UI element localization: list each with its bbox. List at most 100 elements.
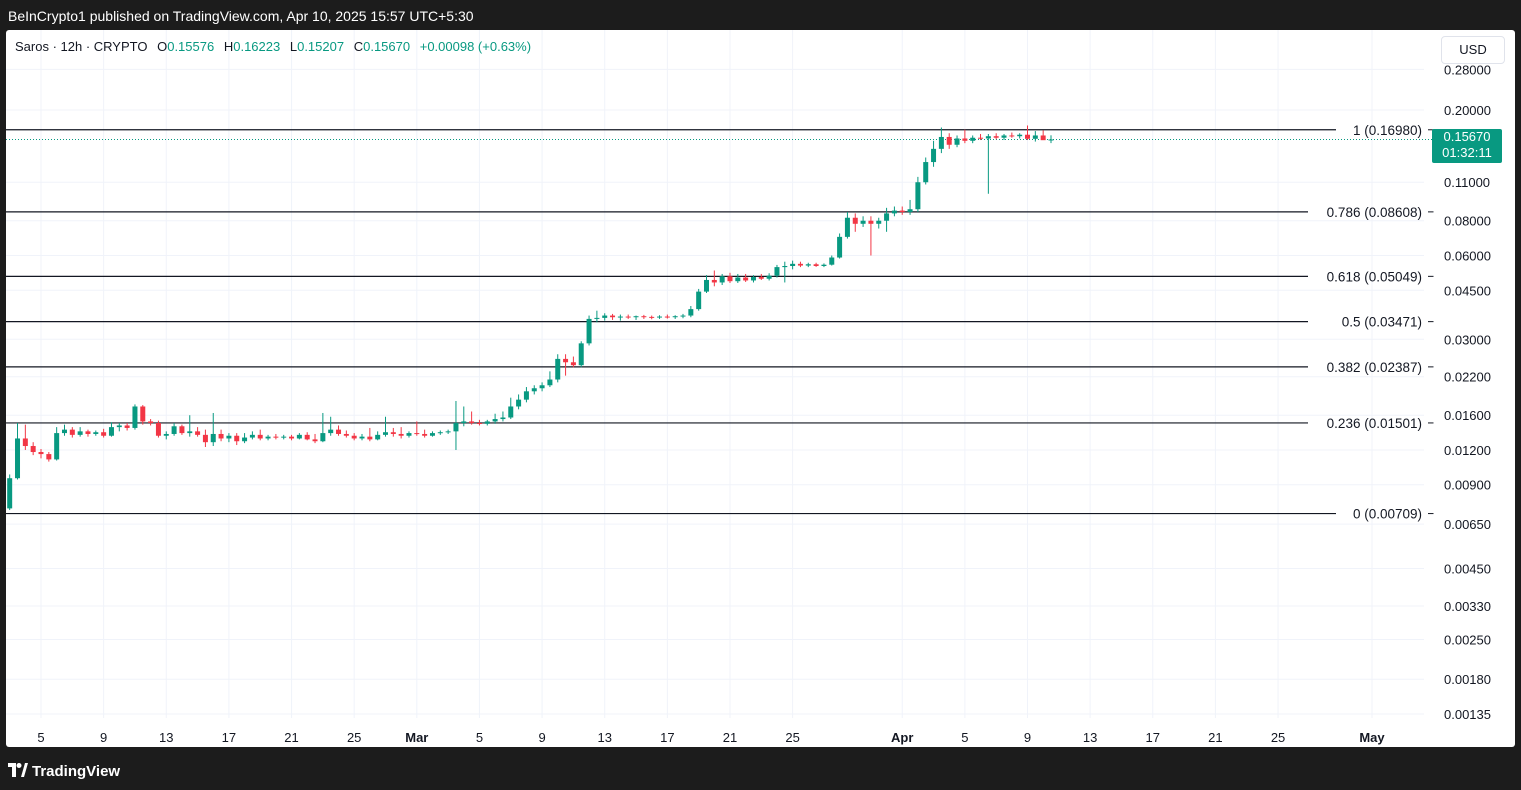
candle-body [179,426,185,434]
candle-body [704,279,709,292]
y-tick-label: 0.00135 [1444,707,1491,722]
candle-body [328,429,334,434]
candle-body [469,421,475,424]
high-value: 0.16223 [233,39,281,54]
low-label: L [289,39,298,54]
candle-body [657,316,663,318]
candle-body [876,220,882,224]
x-tick-label: 13 [1083,730,1097,745]
candle-body [1017,134,1023,137]
candle-body [46,454,52,460]
x-tick-label: 21 [284,730,298,745]
candle-body [7,478,13,509]
y-tick-label: 0.01600 [1444,408,1491,423]
candle-body [101,432,107,436]
x-tick-label: 21 [723,730,737,745]
candle-body [790,263,796,267]
x-tick-label: 25 [785,730,799,745]
x-tick-label: 25 [1271,730,1285,745]
fib-level-label: 1 (0.16980) [1353,123,1422,138]
open-label: O [157,39,168,54]
candle-body [962,138,968,141]
candle-body [93,432,99,434]
candle-body [821,264,827,267]
candle-body [602,315,608,318]
candle-body [15,438,21,479]
x-tick-label: 13 [597,730,611,745]
footer-bar: TradingView [0,752,1521,790]
open-value: 0.15576 [167,39,215,54]
x-tick-label: 9 [100,730,107,745]
tradingview-brand[interactable]: TradingView [32,763,120,780]
candle-body [508,406,514,418]
candle-body [54,433,60,460]
candle-body [171,426,177,434]
candle-body [375,434,381,440]
x-tick-label: 25 [347,730,361,745]
candle-body [108,427,114,436]
candle-body [296,434,302,439]
candle-body [970,137,976,141]
y-tick-label: 0.00900 [1444,478,1491,493]
candle-body [891,210,897,214]
candle-body [445,431,451,433]
candle-body [797,263,803,266]
x-tick-label: 5 [37,730,44,745]
candle-body [523,391,529,400]
last-price-tag: 0.15670 01:32:11 [1432,129,1502,163]
ohlc-legend: Saros · 12h · CRYPTO O0.15576 H0.16223 L… [15,39,531,54]
candle-body [398,433,404,436]
candle-body [539,385,545,389]
candle-body [531,388,537,392]
candle-body [844,217,850,237]
candle-body [429,433,435,436]
candle-body [163,433,169,436]
candle-body [187,431,193,434]
candle-body [649,316,655,318]
price-chart[interactable]: 0.28000 0.20000 0.11000 0.08000 0.06000 0.045… [6,30,1515,747]
candle-body [132,406,138,428]
candle-body [915,182,921,210]
candle-body [210,433,216,443]
currency-button[interactable]: USD [1441,36,1505,64]
candle-body [124,425,130,428]
candle-body [1001,135,1007,138]
tradingview-logo-icon[interactable] [8,763,28,777]
x-tick-label: May [1359,730,1385,745]
candle-body [476,423,482,425]
candle-body [38,452,44,455]
candle-body [390,432,396,434]
candle-body [61,429,67,434]
close-label: C [353,39,364,54]
candle-body [954,138,960,145]
candle-body [610,315,616,318]
candle-body [805,264,811,266]
fib-level-label: 0.236 (0.01501) [1327,416,1422,431]
candle-body [727,276,733,282]
candle-body [406,433,412,436]
candle-body [382,432,388,435]
chart-panel[interactable]: 0.28000 0.20000 0.11000 0.08000 0.06000 0.045… [6,30,1515,747]
candle-body [367,436,373,440]
candle-body [993,136,999,138]
x-tick-label: 13 [159,730,173,745]
y-tick-label: 0.00650 [1444,517,1491,532]
change-value: +0.00098 (+0.63%) [419,39,532,54]
candle-body [77,431,83,435]
x-tick-label: Mar [405,730,428,745]
candle-body [484,421,490,424]
y-tick-label: 0.06000 [1444,248,1491,263]
low-value: 0.15207 [297,39,345,54]
candle-body [461,421,467,424]
candle-body [422,433,428,436]
symbol-label: Saros · 12h · CRYPTO [15,39,148,54]
candle-body [931,148,937,163]
candle-body [320,433,326,442]
candle-body [570,362,576,366]
x-tick-label: 5 [961,730,968,745]
candle-body [69,429,75,435]
candle-body [696,291,702,310]
candle-body [22,438,28,447]
candle-body [617,316,623,318]
candle-body [304,434,310,440]
